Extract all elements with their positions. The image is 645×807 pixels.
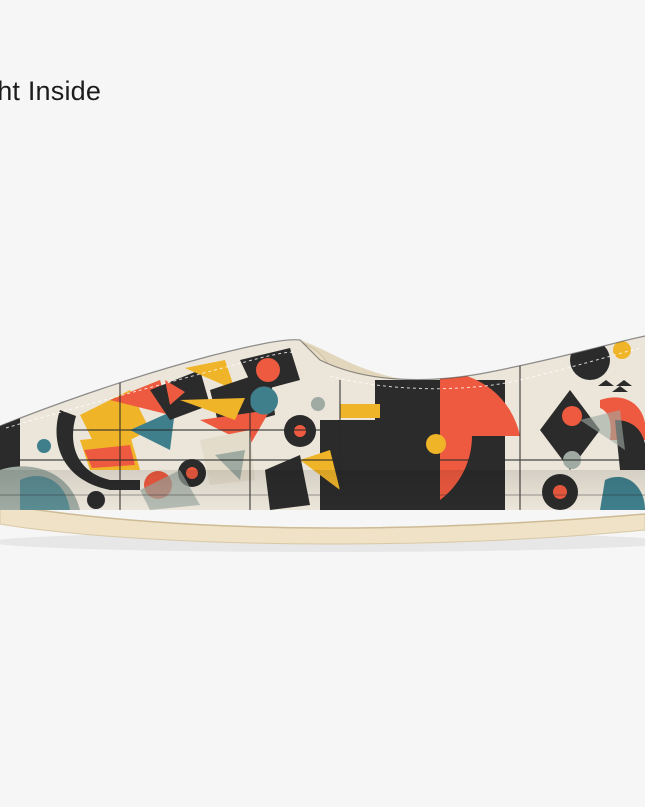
shoe-image	[0, 320, 645, 560]
view-caption: ght Inside	[0, 76, 102, 106]
